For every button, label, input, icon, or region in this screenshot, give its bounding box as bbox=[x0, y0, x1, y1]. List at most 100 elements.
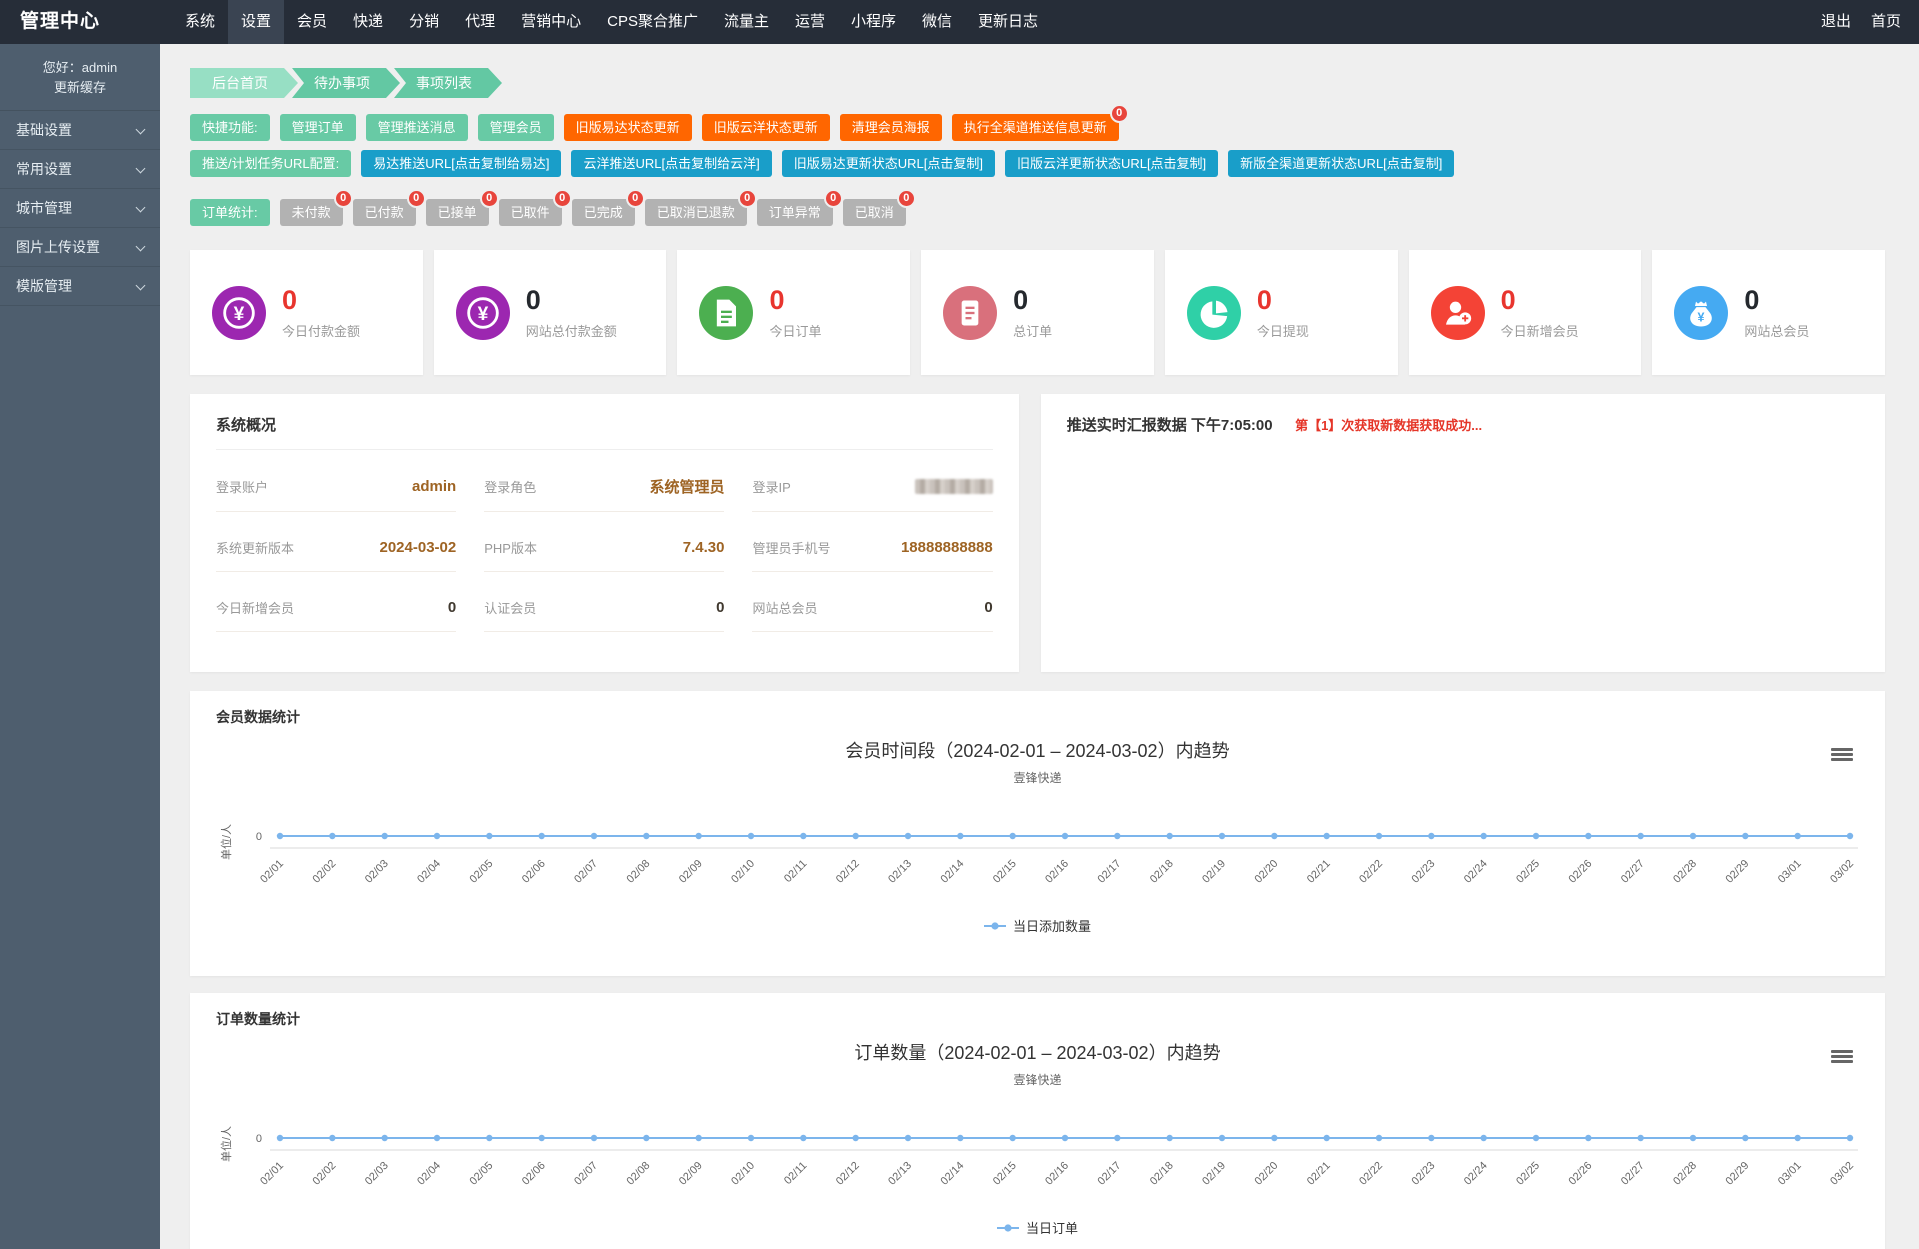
count-badge: 0 bbox=[625, 189, 645, 208]
button-label: 管理会员 bbox=[489, 120, 542, 135]
manage-members-button[interactable]: 管理会员 bbox=[477, 114, 554, 141]
nav-item-operations[interactable]: 运营 bbox=[782, 0, 838, 44]
legend-marker-icon bbox=[996, 1223, 1019, 1232]
sidebar-user-block: 您好：admin 更新缓存 bbox=[0, 44, 160, 111]
chart-legend[interactable]: 当日添加数量 bbox=[216, 916, 1859, 935]
svg-text:02/07: 02/07 bbox=[572, 1160, 600, 1188]
nav-item-distribution[interactable]: 分销 bbox=[396, 0, 452, 44]
chart-context-menu-button[interactable] bbox=[1829, 1045, 1855, 1067]
nav-item-settings[interactable]: 设置 bbox=[228, 0, 285, 44]
svg-text:02/03: 02/03 bbox=[363, 858, 391, 886]
svg-text:02/02: 02/02 bbox=[311, 1160, 339, 1188]
svg-text:02/19: 02/19 bbox=[1200, 858, 1228, 886]
cancelled-button[interactable]: 已取消 0 bbox=[842, 189, 916, 226]
unpaid-button[interactable]: 未付款 0 bbox=[279, 189, 353, 226]
sidebar-item-label: 模版管理 bbox=[16, 278, 72, 294]
clear-member-poster-button[interactable]: 清理会员海报 bbox=[839, 114, 942, 141]
sidebar-item-template-management[interactable]: 模版管理 bbox=[0, 267, 160, 306]
yunyang-push-url-button[interactable]: 云洋推送URL[点击复制给云洋] bbox=[571, 150, 772, 177]
breadcrumb: 后台首页 待办事项 事项列表 bbox=[190, 68, 1885, 98]
nav-item-cps-promotion[interactable]: CPS聚合推广 bbox=[594, 0, 711, 44]
system-overview-panel: 系统概况 登录账户 admin 登录角色 系统管理员 登录IP 系统更新版本 2024-03… bbox=[190, 394, 1019, 672]
svg-text:02/03: 02/03 bbox=[363, 1160, 391, 1188]
svg-text:02/25: 02/25 bbox=[1514, 1160, 1542, 1188]
yida-push-url-button[interactable]: 易达推送URL[点击复制给易达] bbox=[361, 150, 562, 177]
svg-text:02/24: 02/24 bbox=[1462, 1160, 1490, 1188]
breadcrumb-tab-todo-items[interactable]: 待办事项 bbox=[292, 68, 400, 98]
nav-item-express[interactable]: 快递 bbox=[340, 0, 396, 44]
legacy-yida-update-status-url-button[interactable]: 旧版易达更新状态URL[点击复制] bbox=[781, 150, 995, 177]
svg-text:02/29: 02/29 bbox=[1724, 1160, 1752, 1188]
refresh-cache-link[interactable]: 更新缓存 bbox=[10, 78, 150, 98]
svg-text:02/12: 02/12 bbox=[834, 858, 862, 886]
nav-item-wechat[interactable]: 微信 bbox=[909, 0, 965, 44]
count-badge: 0 bbox=[406, 189, 426, 208]
button-label: 快捷功能: bbox=[202, 120, 258, 135]
sidebar-item-image-upload-settings[interactable]: 图片上传设置 bbox=[0, 228, 160, 267]
legacy-yunyang-update-status-url-button[interactable]: 旧版云洋更新状态URL[点击复制] bbox=[1004, 150, 1219, 177]
chevron-down-icon bbox=[135, 202, 146, 213]
svg-text:02/21: 02/21 bbox=[1305, 858, 1333, 886]
accepted-button[interactable]: 已接单 0 bbox=[425, 189, 499, 226]
svg-text:02/15: 02/15 bbox=[991, 1160, 1019, 1188]
legacy-yunyang-status-update-button[interactable]: 旧版云洋状态更新 bbox=[701, 114, 830, 141]
stat-value: 0 bbox=[525, 285, 541, 315]
chart-title: 订单数量（2024-02-01 – 2024-03-02）内趋势 bbox=[854, 1043, 1221, 1063]
stat-card-today-payment-amount: ¥0 今日付款金额 bbox=[190, 250, 423, 375]
svg-text:02/24: 02/24 bbox=[1462, 858, 1490, 886]
svg-text:02/21: 02/21 bbox=[1305, 1160, 1333, 1188]
stat-value: 0 bbox=[1744, 285, 1760, 315]
nav-item-mini-program[interactable]: 小程序 bbox=[838, 0, 909, 44]
nav-item-traffic-owner[interactable]: 流量主 bbox=[711, 0, 782, 44]
nav-item-system[interactable]: 系统 bbox=[172, 0, 228, 44]
svg-text:02/04: 02/04 bbox=[415, 1160, 443, 1188]
quick-action-rows: 快捷功能: 管理订单 管理推送消息 管理会员 旧版易达状态更新 旧版云洋状态更新 清理会员海… bbox=[190, 104, 1885, 226]
chart-legend[interactable]: 当日订单 bbox=[216, 1218, 1859, 1237]
stat-label: 网站总付款金额 bbox=[525, 324, 617, 339]
order-abnormal-button[interactable]: 订单异常 0 bbox=[756, 189, 843, 226]
sidebar-item-city-management[interactable]: 城市管理 bbox=[0, 189, 160, 228]
count-badge: 0 bbox=[479, 189, 499, 208]
nav-item-marketing-center[interactable]: 营销中心 bbox=[508, 0, 594, 44]
chevron-down-icon bbox=[135, 124, 146, 135]
svg-text:02/05: 02/05 bbox=[468, 858, 496, 886]
breadcrumb-tab-backend-home[interactable]: 后台首页 bbox=[190, 68, 298, 98]
stat-label: 今日提现 bbox=[1256, 324, 1309, 339]
completed-button[interactable]: 已完成 0 bbox=[571, 189, 645, 226]
paid-button[interactable]: 已付款 0 bbox=[352, 189, 426, 226]
cancelled-refunded-button[interactable]: 已取消已退款 0 bbox=[644, 189, 757, 226]
nav-item-changelog[interactable]: 更新日志 bbox=[965, 0, 1051, 44]
breadcrumb-tab-item-list[interactable]: 事项列表 bbox=[394, 68, 502, 98]
nav-item-agent[interactable]: 代理 bbox=[452, 0, 508, 44]
sys-value: 2024-03-02 bbox=[379, 539, 457, 556]
chevron-down-icon bbox=[135, 280, 146, 291]
svg-text:单位/人: 单位/人 bbox=[219, 824, 233, 860]
nav-item-logout[interactable]: 退出 bbox=[1811, 0, 1861, 44]
picked-up-button[interactable]: 已取件 0 bbox=[498, 189, 572, 226]
order-trend-chart: 订单数量（2024-02-01 – 2024-03-02）内趋势 壹锋快递 单位/人… bbox=[216, 1039, 1859, 1237]
manage-orders-button[interactable]: 管理订单 bbox=[279, 114, 356, 141]
stat-card-body: 0 今日新增会员 bbox=[1501, 285, 1579, 340]
run-all-channel-push-update-button[interactable]: 执行全渠道推送信息更新 0 bbox=[951, 104, 1129, 141]
form-icon bbox=[943, 285, 998, 340]
count-badge: 0 bbox=[552, 189, 572, 208]
sidebar-item-common-settings[interactable]: 常用设置 bbox=[0, 150, 160, 189]
yen-circle-icon: ¥ bbox=[455, 285, 510, 340]
svg-text:02/01: 02/01 bbox=[258, 1160, 286, 1188]
manage-push-messages-button[interactable]: 管理推送消息 bbox=[365, 114, 468, 141]
button-label: 未付款 bbox=[291, 205, 331, 220]
chart-context-menu-button[interactable] bbox=[1829, 743, 1855, 765]
button-label: 订单异常 bbox=[768, 205, 821, 220]
legacy-yida-status-update-button[interactable]: 旧版易达状态更新 bbox=[563, 114, 692, 141]
stat-value: 0 bbox=[769, 285, 785, 315]
sys-cell-php-version: PHP版本 7.4.30 bbox=[484, 512, 725, 572]
sys-value: 系统管理员 bbox=[649, 479, 725, 496]
nav-item-members[interactable]: 会员 bbox=[284, 0, 340, 44]
sidebar-item-basic-settings[interactable]: 基础设置 bbox=[0, 111, 160, 150]
svg-text:02/26: 02/26 bbox=[1567, 858, 1595, 886]
nav-item-home[interactable]: 首页 bbox=[1861, 0, 1911, 44]
new-all-channel-update-status-url-button[interactable]: 新版全渠道更新状态URL[点击复制] bbox=[1228, 150, 1455, 177]
button-label: 管理推送消息 bbox=[377, 120, 456, 135]
user-plus-icon bbox=[1430, 285, 1485, 340]
svg-text:02/15: 02/15 bbox=[991, 858, 1019, 886]
